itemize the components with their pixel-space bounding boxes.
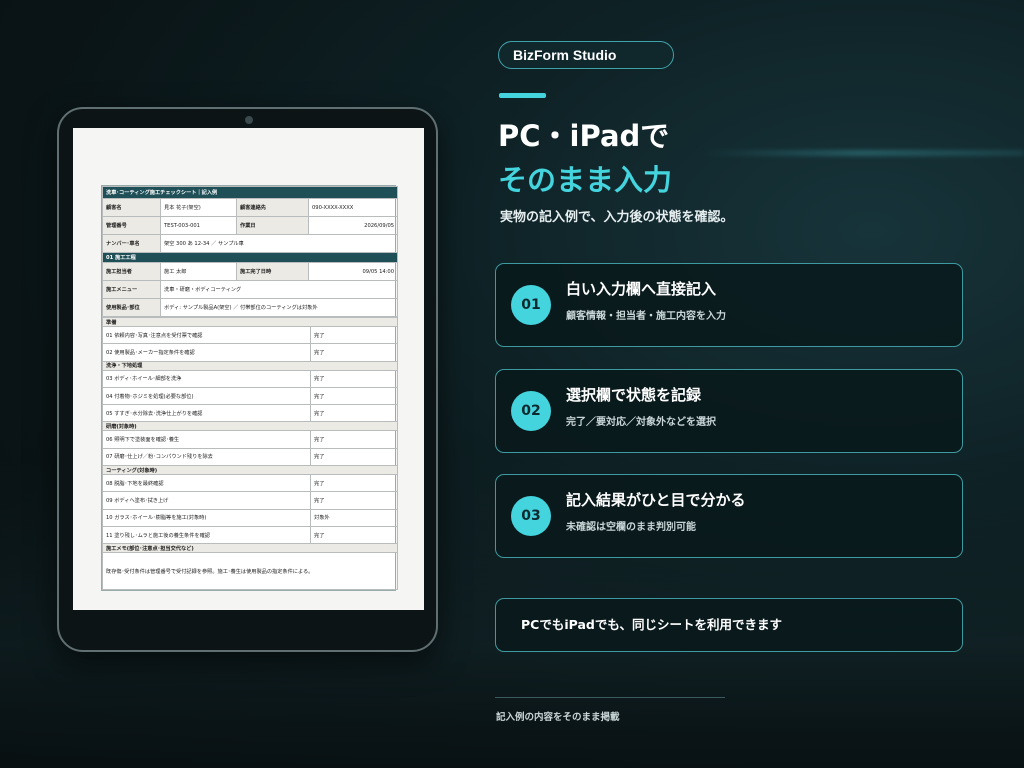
staff-label: 施工担当者 (102, 262, 161, 281)
item-label: 07 研磨･仕上げ／粉･コンパウンド残りを除去 (102, 447, 311, 467)
work-date-field[interactable]: 2026/09/05 (307, 216, 399, 235)
feature-card-02: 02 選択欄で状態を記録 完了／要対応／対象外などを選択 (495, 369, 963, 453)
customer-field[interactable]: 見本 花子(架空) (160, 198, 237, 217)
status-select[interactable]: 完了 (309, 447, 399, 467)
status-select[interactable]: 完了 (309, 491, 399, 510)
item-label: 09 ボディへ塗布･拭き上げ (102, 491, 311, 510)
checksheet-table: 洗車･コーティング施工チェックシート｜記入例 顧客名 見本 花子(架空) 顧客連… (101, 186, 399, 317)
checksheet-preview: 洗車･コーティング施工チェックシート｜記入例 顧客名 見本 花子(架空) 顧客連… (101, 185, 399, 592)
checklist-row: 09 ボディへ塗布･拭き上げ 完了 (102, 491, 399, 510)
footer-note: 記入例の内容をそのまま掲載 (496, 712, 620, 723)
tablet-screen: 洗車･コーティング施工チェックシート｜記入例 顧客名 見本 花子(架空) 顧客連… (73, 128, 424, 610)
feature-title: 白い入力欄へ直接記入 (566, 280, 717, 298)
group-prep: 準備 (101, 317, 399, 327)
plate-field[interactable]: 架空 300 あ 12-34 ／ サンプル車 (159, 234, 399, 253)
checklist-row: 10 ガラス･ホイール･樹脂等を施工(対象時) 対象外 (102, 508, 399, 527)
contact-label: 顧客連絡先 (236, 198, 309, 217)
tablet-camera (245, 116, 253, 124)
footer-divider (495, 697, 725, 698)
checklist-row: 03 ボディ･ホイール･細部を洗浄 完了 (102, 369, 399, 388)
checklist-row: 01 依頼内容･写真･注意点を受付票で確認 完了 (102, 325, 399, 345)
done-datetime-field[interactable]: 09/05 14:00 (307, 262, 399, 281)
item-label: 06 照明下で塗装面を確認･養生 (102, 430, 311, 449)
banner-text: PCでもiPadでも、同じシートを利用できます (521, 617, 782, 632)
customer-label: 顧客名 (102, 198, 161, 217)
feature-card-03: 03 記入結果がひと目で分かる 未確認は空欄のまま判別可能 (495, 474, 963, 558)
section-header: 01 施工工程 (101, 252, 399, 263)
work-date-label: 作業日 (236, 216, 309, 235)
feature-description: 完了／要対応／対象外などを選択 (566, 417, 716, 428)
feature-description: 未確認は空欄のまま判別可能 (566, 522, 696, 533)
hero-title-line1: PC・iPadで (498, 119, 670, 153)
hero-lead: 実物の記入例で、入力後の状態を確認。 (500, 210, 734, 225)
status-select[interactable]: 対象外 (309, 508, 399, 527)
menu-label: 施工メニュー (102, 280, 161, 299)
plate-label: ナンバー･車名 (102, 234, 161, 253)
background-shelf-light (700, 150, 1024, 156)
checklist-row: 06 照明下で塗装面を確認･養生 完了 (102, 430, 399, 449)
item-label: 11 塗り残し･ムラと施工後の養生条件を確認 (102, 525, 311, 545)
checklist-row: 05 すすぎ･水分除去･洗浄仕上がりを確認 完了 (102, 404, 399, 423)
staff-field[interactable]: 施工 太郎 (160, 262, 237, 281)
memo-label: 施工メモ(部位･注意点･担当交代など) (101, 543, 399, 554)
accent-bar (499, 93, 546, 98)
contact-field[interactable]: 090-XXXX-XXXX (307, 198, 399, 217)
status-select[interactable]: 完了 (309, 343, 399, 362)
product-label: 使用製品･部位 (102, 298, 161, 317)
checklist-table: 準備 01 依頼内容･写真･注意点を受付票で確認 完了 02 使用製品･メーカー指… (101, 317, 399, 591)
group-polish: 研磨(対象時) (101, 421, 399, 432)
item-label: 03 ボディ･ホイール･細部を洗浄 (102, 369, 311, 388)
checklist-row: 08 脱脂･下地を最終確認 完了 (102, 474, 399, 493)
item-label: 02 使用製品･メーカー指定条件を確認 (102, 343, 311, 362)
status-select[interactable]: 完了 (309, 430, 399, 449)
group-coat: コーティング(対象時) (101, 465, 399, 476)
memo-field[interactable]: 既存傷･受付条件は管理番号で受付記録を参照。施工･養生は使用製品の指定条件による… (101, 552, 399, 591)
feature-number: 03 (511, 496, 551, 536)
hero-title-line2: そのまま入力 (498, 163, 673, 197)
feature-title: 記入結果がひと目で分かる (566, 491, 746, 509)
menu-field[interactable]: 洗車・研磨・ボディコーティング (159, 280, 399, 299)
item-label: 01 依頼内容･写真･注意点を受付票で確認 (102, 325, 311, 345)
sheet-title: 洗車･コーティング施工チェックシート｜記入例 (101, 186, 399, 199)
mgmt-number-field[interactable]: TEST-003-001 (160, 216, 237, 235)
feature-number: 01 (511, 285, 551, 325)
product-field[interactable]: ボディ: サンプル製品A(架空) ／ 付帯部位のコーティングは対象外 (159, 298, 399, 317)
status-select[interactable]: 完了 (309, 404, 399, 423)
item-label: 05 すすぎ･水分除去･洗浄仕上がりを確認 (102, 404, 311, 423)
item-label: 04 付着物･ホジミを処理(必要な部位) (102, 386, 311, 406)
mgmt-number-label: 管理番号 (102, 216, 161, 235)
feature-description: 顧客情報・担当者・施工内容を入力 (566, 311, 726, 322)
checklist-row: 11 塗り残し･ムラと施工後の養生条件を確認 完了 (102, 525, 399, 545)
group-wash: 洗浄・下地処理 (101, 360, 399, 371)
checklist-row: 02 使用製品･メーカー指定条件を確認 完了 (102, 343, 399, 362)
compatibility-banner: PCでもiPadでも、同じシートを利用できます (495, 598, 963, 652)
feature-card-01: 01 白い入力欄へ直接記入 顧客情報・担当者・施工内容を入力 (495, 263, 963, 347)
checklist-row: 04 付着物･ホジミを処理(必要な部位) 完了 (102, 386, 399, 406)
feature-number: 02 (511, 391, 551, 431)
tablet-mockup: 洗車･コーティング施工チェックシート｜記入例 顧客名 見本 花子(架空) 顧客連… (57, 107, 438, 652)
status-select[interactable]: 完了 (309, 474, 399, 493)
item-label: 10 ガラス･ホイール･樹脂等を施工(対象時) (102, 508, 311, 527)
feature-title: 選択欄で状態を記録 (566, 386, 702, 404)
status-select[interactable]: 完了 (309, 525, 399, 545)
status-select[interactable]: 完了 (309, 325, 399, 345)
status-select[interactable]: 完了 (309, 369, 399, 388)
brand-badge: BizForm Studio (498, 41, 674, 69)
checklist-row: 07 研磨･仕上げ／粉･コンパウンド残りを除去 完了 (102, 447, 399, 467)
status-select[interactable]: 完了 (309, 386, 399, 406)
item-label: 08 脱脂･下地を最終確認 (102, 474, 311, 493)
done-datetime-label: 施工完了日時 (236, 262, 309, 281)
